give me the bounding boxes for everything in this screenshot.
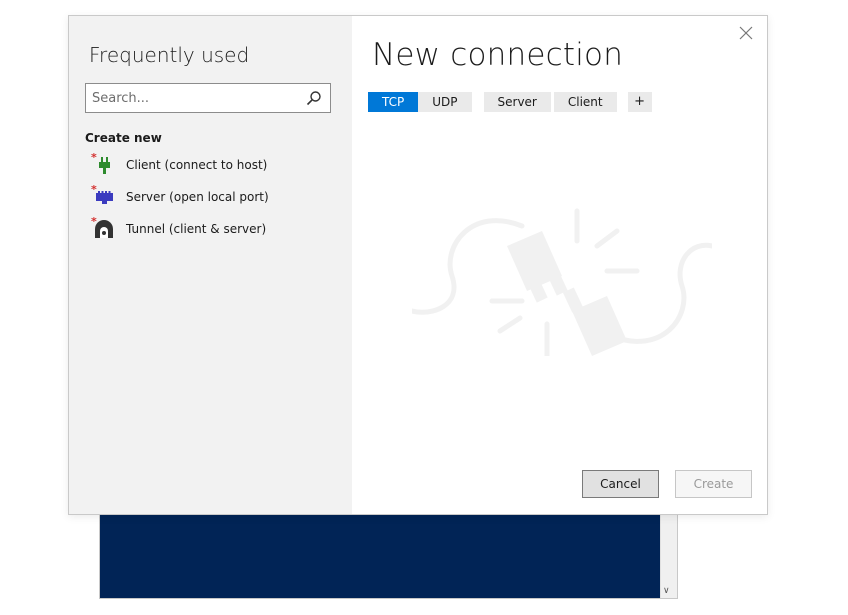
new-connection-dialog: Frequently used Create new * Client (con… [68, 15, 768, 515]
tab-tcp[interactable]: TCP [368, 92, 419, 112]
create-tunnel-label: Tunnel (client & server) [126, 222, 267, 236]
search-icon[interactable] [306, 90, 322, 106]
page-title: New connection [372, 37, 624, 73]
tab-udp[interactable]: UDP [418, 92, 472, 112]
tab-client[interactable]: Client [553, 92, 617, 112]
unplugged-cable-icon [412, 208, 712, 356]
create-client-label: Client (connect to host) [126, 158, 268, 172]
terminal-area[interactable] [100, 501, 662, 598]
add-tab-button[interactable]: + [627, 92, 652, 112]
connection-pane: New connection TCP UDP Server Client + C… [352, 16, 767, 514]
scroll-down-arrow-icon[interactable]: ∨ [663, 586, 670, 596]
new-marker-icon: * [91, 215, 97, 228]
create-client-item[interactable]: * Client (connect to host) [91, 151, 333, 178]
new-marker-icon: * [91, 183, 97, 196]
create-server-label: Server (open local port) [126, 190, 269, 204]
connection-type-tabs: TCP UDP Server Client + [368, 92, 652, 112]
search-input[interactable] [92, 84, 292, 112]
plug-icon: * [91, 151, 115, 176]
tab-server[interactable]: Server [483, 92, 551, 112]
close-icon[interactable] [739, 26, 753, 40]
cancel-button[interactable]: Cancel [582, 470, 659, 498]
create-new-heading: Create new [85, 131, 162, 145]
create-tunnel-item[interactable]: * Tunnel (client & server) [91, 215, 333, 242]
network-port-icon: * [91, 183, 115, 208]
tunnel-icon: * [91, 215, 115, 240]
create-server-item[interactable]: * Server (open local port) [91, 183, 333, 210]
search-box[interactable] [85, 83, 331, 113]
vertical-scrollbar[interactable]: ∨ [660, 501, 677, 598]
frequently-used-pane: Frequently used Create new * Client (con… [69, 16, 352, 514]
new-marker-icon: * [91, 151, 97, 164]
frequently-used-title: Frequently used [89, 43, 250, 67]
create-button[interactable]: Create [675, 470, 752, 498]
